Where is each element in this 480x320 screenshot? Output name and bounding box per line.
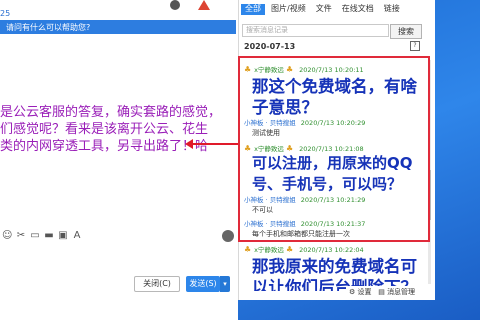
message-sender: x宁静致远 [254, 246, 284, 254]
folder-icon[interactable]: ▬ [44, 231, 54, 241]
calendar-icon[interactable]: ? [410, 41, 420, 51]
chat-window: 25 请问有什么可以帮助您? 是公云客服的答复，确实套路的感觉， 们感觉呢？看来… [0, 0, 238, 320]
settings-link[interactable]: 设置 [358, 288, 372, 296]
annotation-line: 们感觉呢？看来是该离开公云、花生 [0, 122, 209, 137]
send-button[interactable]: 发送(S) [186, 276, 220, 292]
window-icon[interactable]: ▣ [58, 231, 68, 241]
tab-images-videos[interactable]: 图片/视频 [267, 4, 310, 15]
scissors-icon[interactable]: ✂ [16, 231, 26, 241]
history-search-input[interactable]: 搜索消息记录 [242, 24, 389, 37]
send-options-chevron-icon[interactable]: ▾ [220, 276, 230, 292]
history-clock-icon[interactable] [222, 230, 234, 242]
title-icons [170, 0, 210, 10]
chat-annotation: 是公云客服的答复，确实套路的感觉， 们感觉呢？看来是该离开公云、花生 类的内网穿… [0, 104, 236, 155]
tab-online-docs[interactable]: 在线文档 [338, 4, 378, 15]
annotation-line: 类的内网穿透工具，另寻出路了！哈 [0, 139, 209, 154]
message-manager-icon[interactable]: ▤ [378, 288, 385, 296]
message-time: 2020/7/13 10:22:04 [299, 246, 364, 254]
close-button[interactable]: 关闭(C) [134, 276, 180, 292]
message-manager-link[interactable]: 消息管理 [387, 288, 415, 296]
greeting-text: 请问有什么可以帮助您? [6, 23, 91, 32]
history-bottom-tools: ⚙ 设置 ▤ 消息管理 [346, 286, 419, 298]
arrow-line [190, 143, 240, 145]
settings-icon[interactable]: ⚙ [349, 288, 355, 296]
status-icon[interactable] [170, 0, 180, 10]
search-button[interactable]: 搜索 [390, 24, 422, 39]
annotation-line: 是公云客服的答复，确实套路的感觉， [0, 105, 222, 120]
message-line: 那我原来的免费域名可 [252, 257, 417, 276]
tab-files[interactable]: 文件 [312, 4, 336, 15]
tab-all[interactable]: 全部 [241, 4, 265, 15]
image-icon[interactable]: ▭ [30, 231, 40, 241]
warning-icon[interactable] [198, 0, 210, 10]
date-header: 2020-07-13 [244, 42, 296, 51]
history-tabs: 全部 图片/视频 文件 在线文档 链接 [241, 4, 404, 15]
highlight-frame [238, 56, 430, 242]
window-number: 25 [0, 9, 11, 18]
message-meta: ♣ x宁静致远 ♣ 2020/7/13 10:22:04 [244, 244, 364, 255]
tab-links[interactable]: 链接 [380, 4, 404, 15]
sender-badge-icon: ♣ [244, 245, 252, 254]
emoji-icon[interactable]: ☺ [2, 231, 12, 241]
font-icon[interactable]: A [72, 231, 82, 241]
sender-badge-icon: ♣ [286, 245, 294, 254]
message-toolbar: ☺ ✂ ▭ ▬ ▣ A [0, 229, 238, 243]
